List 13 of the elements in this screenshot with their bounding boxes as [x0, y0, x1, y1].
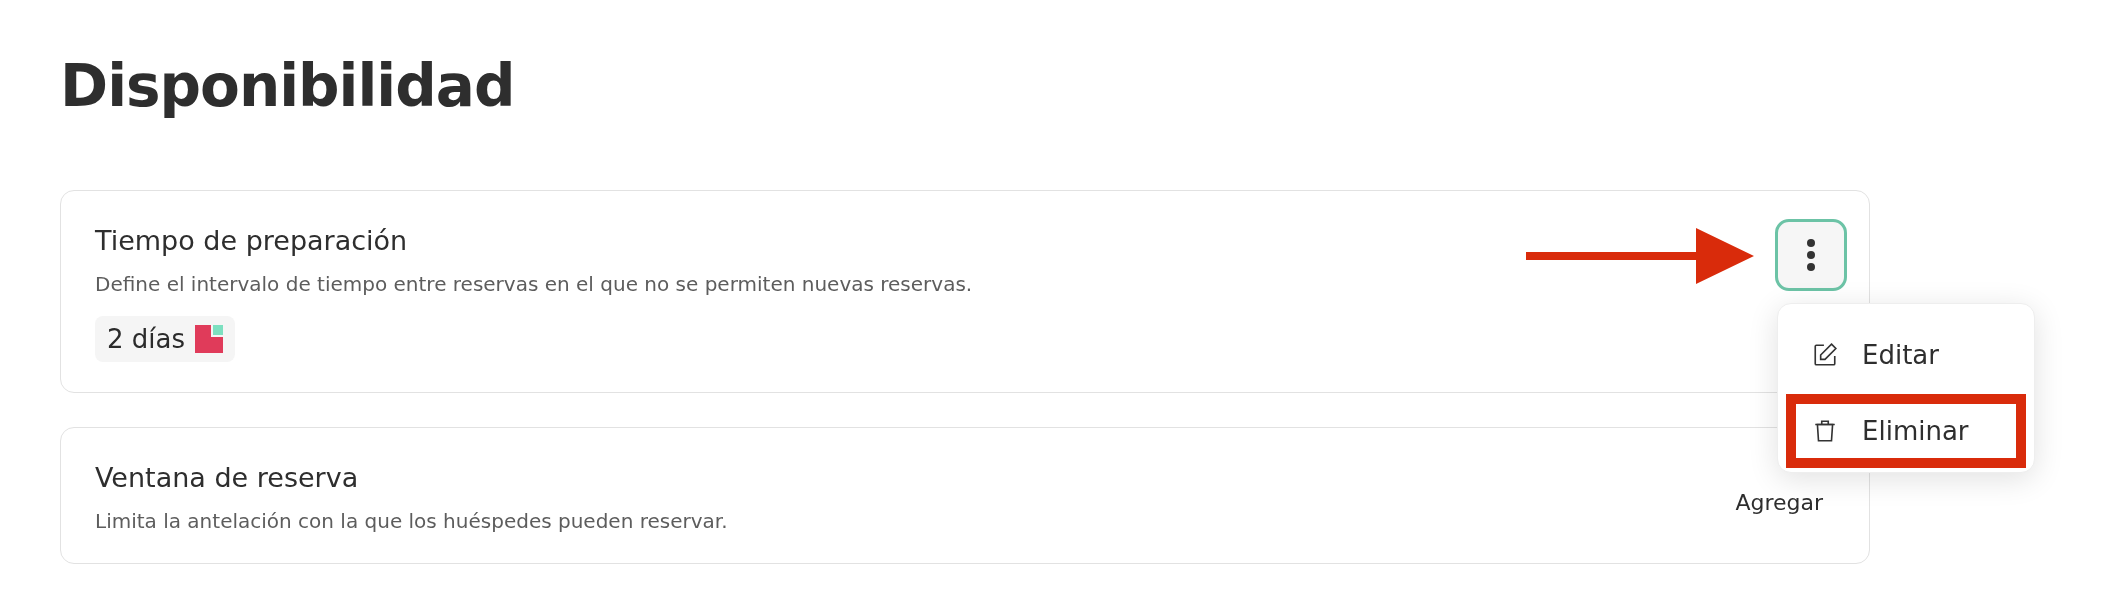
trash-icon	[1812, 418, 1838, 444]
add-button[interactable]: Agregar	[1735, 490, 1823, 515]
more-icon	[1806, 238, 1816, 272]
logo-icon	[195, 325, 223, 353]
more-options-button[interactable]	[1775, 219, 1847, 291]
setting-description: Define el intervalo de tiempo entre reservas en el que no se permiten nuevas reservas.	[95, 272, 974, 296]
setting-title: Tiempo de preparación	[95, 225, 409, 256]
setting-title: Ventana de reserva	[95, 462, 360, 493]
page-heading: Disponibilidad	[60, 52, 516, 120]
value-text: 2 días	[107, 324, 185, 354]
menu-item[interactable]: Eliminar	[1786, 394, 2026, 468]
edit-icon	[1812, 342, 1838, 368]
setting-description: Limita la antelación con la que los huéspedes pueden reservar.	[95, 509, 729, 533]
